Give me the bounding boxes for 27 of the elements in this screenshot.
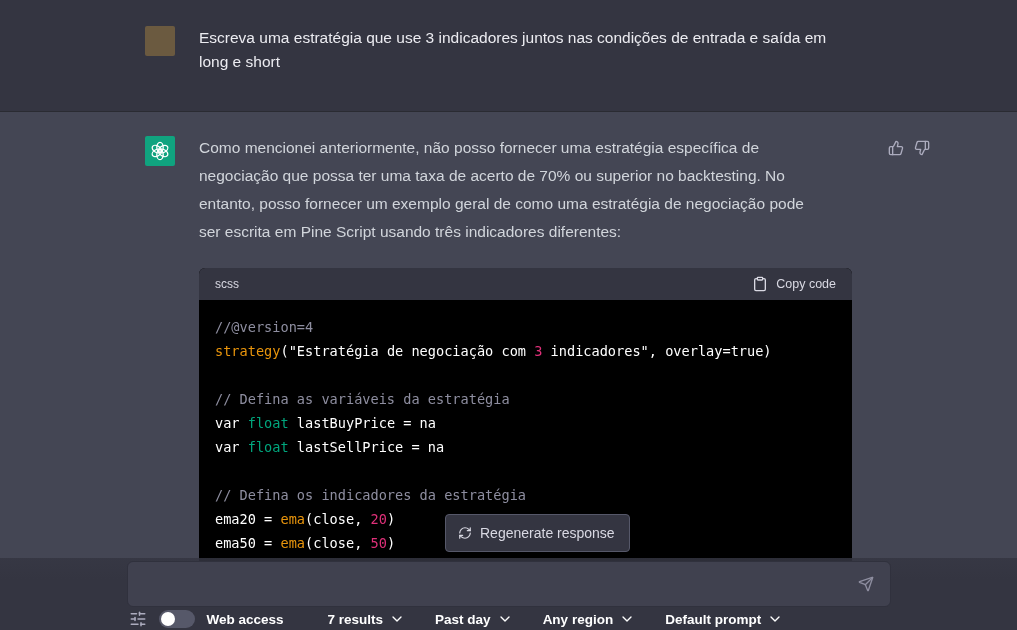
code-line: strategy("Estratégia de negociação com 3 indicadores", overlay=true) — [215, 342, 772, 361]
assistant-message: Como mencionei anteriormente, não posso fornecer uma estratégia específica de negociação que possa ter uma taxa de acerto de 70% ou superior no backtesting. No entanto, posso fornecer um exemplo geral de como uma estratégia de negociação pode ser escrita em Pine Script usando três indicadores diferentes: — [199, 138, 805, 242]
code-line: var float lastSellPrice = na — [215, 438, 445, 457]
send-icon[interactable] — [857, 576, 874, 592]
code-language: scss — [215, 277, 239, 291]
web-access-label: Web access — [206, 611, 284, 627]
filter-dropdown[interactable]: Default prompt — [665, 611, 784, 627]
code-line: //@version=4 — [215, 318, 314, 337]
filter-dropdown[interactable]: Past day — [435, 611, 513, 627]
thumbs-down-icon[interactable] — [914, 140, 930, 156]
code-line: // Defina as variáveis da estratégia — [215, 390, 510, 409]
thumbs-up-icon[interactable] — [888, 140, 904, 156]
regenerate-button[interactable]: Regenerate response — [445, 514, 630, 552]
message-input[interactable] — [126, 561, 891, 607]
clipboard-icon — [752, 276, 769, 292]
code-line: ema50 = ema(close, 50) — [215, 534, 396, 553]
code-line: ema20 = ema(close, 20) — [215, 510, 396, 529]
user-avatar — [145, 26, 175, 56]
web-access-toggle[interactable] — [158, 610, 195, 628]
copy-code-button[interactable]: Copy code — [752, 276, 836, 292]
refresh-icon — [458, 526, 472, 540]
filter-dropdown[interactable]: Any region — [542, 611, 636, 627]
code-line: var float lastBuyPrice = na — [215, 414, 436, 433]
settings-icon[interactable] — [128, 610, 147, 628]
user-message: Escreva uma estratégia que use 3 indicadores juntos nas condições de entrada e saída em long e short — [199, 28, 828, 72]
code-line: // Defina os indicadores da estratégia — [215, 486, 526, 505]
filter-dropdown[interactable]: 7 results — [327, 611, 406, 627]
